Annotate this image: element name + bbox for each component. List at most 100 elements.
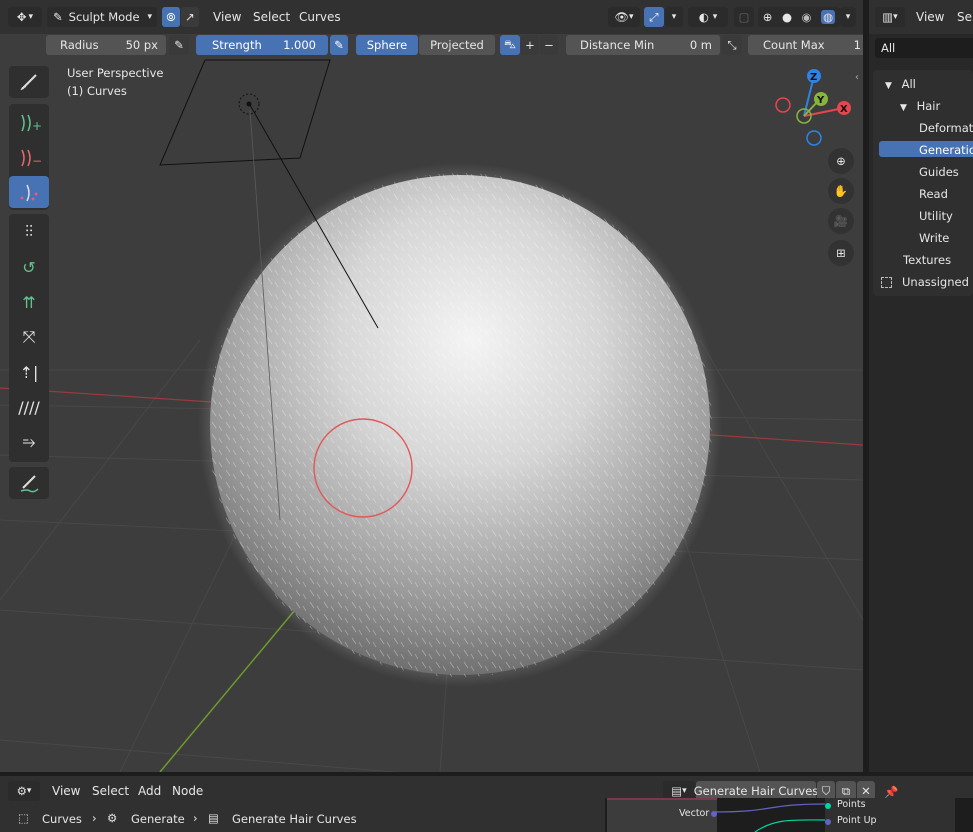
expand-arrow-icon: ▼ <box>885 81 892 91</box>
tool-add-curves[interactable]: + <box>9 106 49 138</box>
transform-icon: ✥ <box>16 10 27 24</box>
perspective-label: User Perspective <box>67 66 164 80</box>
menu-select[interactable]: Select <box>253 10 290 24</box>
editor-type-button[interactable]: ⚙ ▾ <box>8 781 40 801</box>
shield-icon: ⛉ <box>821 783 831 798</box>
chevron-down-icon: ▾ <box>671 12 677 22</box>
tree-item-hair[interactable]: ▼ Hair <box>900 99 940 113</box>
pin-icon[interactable]: 📌 <box>884 785 898 799</box>
node-canvas[interactable]: Vector Points Point Up <box>605 798 973 832</box>
add-button[interactable]: + <box>521 35 539 55</box>
radius-field[interactable]: Radius 50 px <box>46 35 166 55</box>
menu-view[interactable]: View <box>52 784 80 798</box>
solid-shading-icon[interactable]: ● <box>782 10 792 24</box>
symmetry-x-toggle[interactable]: ⦾ <box>162 7 180 27</box>
3d-viewport[interactable]: ✥ ▾ ✎ Sculpt Mode ▾ ⦾ ↗ View Select Curve… <box>0 0 863 772</box>
tree-item-generation[interactable]: Generation <box>919 143 973 157</box>
overlays-toggle[interactable]: ◐ ▾ <box>688 7 728 27</box>
pen-pressure-icon: ✎ <box>174 38 184 52</box>
shading-modes[interactable]: ⊕ ● ◉ ◍ <box>758 7 840 27</box>
navigation-gizmo[interactable]: Z X Y <box>770 64 860 154</box>
falloff-projected-button[interactable]: Projected <box>419 35 495 55</box>
transform-toggle[interactable]: ↗ <box>181 7 199 27</box>
editor-type-button[interactable]: ▥ ▾ <box>875 7 905 27</box>
wireframe-shading-icon[interactable]: ⊕ <box>763 10 773 24</box>
tree-item-unassigned[interactable]: Unassigned <box>881 275 969 289</box>
tool-comb[interactable]: ⫶⫶ <box>9 216 49 248</box>
distance-min-field[interactable]: Distance Min 0 m <box>566 35 720 55</box>
camera-view-button[interactable]: 🎥 <box>828 208 854 234</box>
pen-pressure-icon: ✎ <box>334 38 344 52</box>
tree-item-guides[interactable]: Guides <box>919 165 959 179</box>
svg-text:+: + <box>32 119 41 133</box>
distance-pick-button[interactable]: ⤡ <box>722 35 742 55</box>
tree-item-deformation[interactable]: Deformation <box>919 121 973 135</box>
menu-node[interactable]: Node <box>172 784 203 798</box>
chevron-down-icon: ▾ <box>845 12 851 22</box>
grid-icon: ⊞ <box>836 246 846 260</box>
tool-density[interactable] <box>9 176 49 208</box>
remove-button[interactable]: − <box>540 35 558 55</box>
rendered-shading-icon[interactable]: ◍ <box>821 10 836 24</box>
node-box[interactable]: Points Point Up <box>825 798 955 832</box>
blender-window: ✥ ▾ ✎ Sculpt Mode ▾ ⦾ ↗ View Select Curve… <box>0 0 973 832</box>
curve-falloff-toggle[interactable]: ⛍ <box>500 35 520 55</box>
library-filter-dropdown[interactable]: All <box>875 38 973 58</box>
pan-button[interactable]: ✋ <box>828 178 854 204</box>
arrow-icon: ↗ <box>185 10 195 24</box>
tool-smooth[interactable]: //// <box>9 391 49 423</box>
gizmo-toggle[interactable]: ⤢ <box>644 7 664 27</box>
menu-select[interactable]: Select <box>92 784 129 798</box>
breadcrumb-item[interactable]: Generate Hair Curves <box>232 812 357 826</box>
tool-puff[interactable]: ⇡| <box>9 356 49 388</box>
tree-item-textures[interactable]: Textures <box>903 253 951 267</box>
menu-add[interactable]: Add <box>138 784 161 798</box>
mode-selector[interactable]: ✎ Sculpt Mode ▾ <box>47 7 157 27</box>
falloff-sphere-button[interactable]: Sphere <box>356 35 418 55</box>
chevron-down-icon: ▾ <box>147 12 152 22</box>
tree-item-all[interactable]: ▼ All <box>885 77 916 91</box>
visibility-toggle[interactable]: 👁 ▾ <box>608 7 640 27</box>
tool-grow-shrink[interactable]: ⇈ <box>9 286 49 318</box>
tool-snake-hook[interactable]: ↺ <box>9 251 49 283</box>
tool-slide[interactable]: ⥱ <box>9 426 49 458</box>
comb-icon: ⫶⫶ <box>24 222 33 241</box>
count-max-field[interactable]: Count Max 1 <box>748 35 863 55</box>
chevron-right-icon: › <box>92 811 97 825</box>
socket[interactable] <box>825 819 831 825</box>
shading-dropdown[interactable]: ▾ <box>840 7 856 27</box>
breadcrumb: ⬚ Curves › ⚙ Generate › ▤ Generate Hair … <box>0 806 610 832</box>
strength-pressure-toggle[interactable]: ✎ <box>330 35 348 55</box>
menu-select[interactable]: Sel <box>957 10 973 24</box>
annotate-pencil-icon <box>20 475 39 493</box>
node-box[interactable]: Vector <box>607 798 717 832</box>
socket[interactable] <box>825 803 831 809</box>
copy-icon: ⧉ <box>841 783 851 798</box>
menu-curves[interactable]: Curves <box>299 10 341 24</box>
zoom-button[interactable]: ⊕ <box>828 148 854 174</box>
tool-pinch[interactable]: ⤧ <box>9 321 49 353</box>
menu-view[interactable]: View <box>213 10 241 24</box>
gizmo-icon: ⤢ <box>649 9 659 24</box>
tree-item-read[interactable]: Read <box>919 187 948 201</box>
xray-toggle[interactable]: ▢ <box>734 7 754 27</box>
gizmo-dropdown[interactable]: ▾ <box>665 7 683 27</box>
breadcrumb-item[interactable]: Curves <box>42 812 82 826</box>
strength-field[interactable]: Strength 1.000 <box>196 35 328 55</box>
sidebar-toggle-icon[interactable]: ‹ <box>855 72 859 83</box>
tool-annotate[interactable] <box>9 467 49 499</box>
close-icon: ✕ <box>861 784 871 798</box>
breadcrumb-item[interactable]: Generate <box>131 812 185 826</box>
radius-pressure-toggle[interactable]: ✎ <box>169 35 189 55</box>
tree-item-utility[interactable]: Utility <box>919 209 953 223</box>
viewport-header: ✥ ▾ ✎ Sculpt Mode ▾ ⦾ ↗ View Select Curve… <box>0 0 863 34</box>
asset-library-icon: ▥ <box>882 10 894 24</box>
ortho-toggle-button[interactable]: ⊞ <box>828 240 854 266</box>
editor-type-button[interactable]: ✥ ▾ <box>8 7 42 27</box>
tool-delete-curves[interactable]: − <box>9 141 49 173</box>
smooth-icon: //// <box>18 397 40 417</box>
tool-select-box[interactable] <box>9 66 49 98</box>
material-shading-icon[interactable]: ◉ <box>802 10 812 24</box>
tree-item-write[interactable]: Write <box>919 231 949 245</box>
menu-view[interactable]: View <box>916 10 944 24</box>
